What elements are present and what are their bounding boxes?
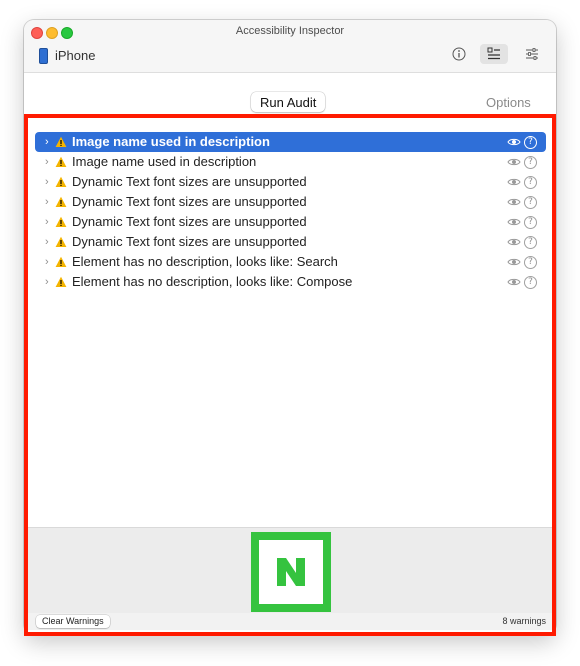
clear-warnings-button[interactable]: Clear Warnings	[36, 615, 110, 628]
warning-row[interactable]: › Image name used in description?	[35, 132, 546, 152]
warning-list: › Image name used in description? › Image n…	[28, 132, 552, 292]
disclosure-chevron-icon[interactable]: ›	[45, 156, 53, 168]
settings-button[interactable]	[518, 44, 546, 64]
warning-row[interactable]: › Element has no description, looks like:…	[35, 252, 546, 272]
inspection-icon	[487, 47, 500, 60]
warning-count: 8 warnings	[502, 616, 546, 626]
help-icon[interactable]: ?	[524, 256, 537, 269]
settings-icon	[526, 48, 538, 60]
help-icon[interactable]: ?	[524, 236, 537, 249]
disclosure-chevron-icon[interactable]: ›	[45, 256, 53, 268]
warning-row[interactable]: › Element has no description, looks like:…	[35, 272, 546, 292]
eye-icon[interactable]	[507, 217, 521, 227]
options-button[interactable]: Options	[486, 95, 531, 110]
help-icon[interactable]: ?	[524, 176, 537, 189]
warning-icon	[55, 136, 67, 147]
warning-label: Dynamic Text font sizes are unsupported	[72, 214, 307, 229]
eye-icon[interactable]	[507, 197, 521, 207]
help-icon[interactable]: ?	[524, 156, 537, 169]
warning-icon	[55, 236, 67, 247]
window-title: Accessibility Inspector	[235, 25, 345, 37]
warning-icon	[55, 176, 67, 187]
help-icon[interactable]: ?	[524, 196, 537, 209]
warning-icon	[55, 196, 67, 207]
warning-icon	[55, 276, 67, 287]
eye-icon[interactable]	[507, 177, 521, 187]
help-icon[interactable]: ?	[524, 276, 537, 289]
warning-icon	[55, 216, 67, 227]
app-thumbnail	[251, 532, 331, 612]
help-icon[interactable]: ?	[524, 136, 537, 149]
warning-label: Element has no description, looks like: …	[72, 274, 353, 289]
warning-label: Image name used in description	[72, 154, 257, 169]
iphone-icon	[39, 48, 48, 64]
warning-row[interactable]: › Dynamic Text font sizes are unsupported…	[35, 172, 546, 192]
page: Accessibility Inspector iPhone Run Audit…	[0, 0, 580, 666]
info-button[interactable]	[445, 44, 473, 64]
info-icon	[452, 47, 466, 61]
disclosure-chevron-icon[interactable]: ›	[45, 216, 53, 228]
audit-inspector-button[interactable]	[480, 44, 508, 64]
warning-row[interactable]: › Image name used in description?	[35, 152, 546, 172]
warning-label: Dynamic Text font sizes are unsupported	[72, 234, 307, 249]
disclosure-chevron-icon[interactable]: ›	[45, 276, 53, 288]
eye-icon[interactable]	[507, 237, 521, 247]
disclosure-chevron-icon[interactable]: ›	[45, 176, 53, 188]
disclosure-chevron-icon[interactable]: ›	[45, 136, 53, 148]
warning-label: Dynamic Text font sizes are unsupported	[72, 174, 307, 189]
warning-row[interactable]: › Dynamic Text font sizes are unsupported…	[35, 232, 546, 252]
app-logo-icon	[273, 554, 309, 590]
run-audit-button[interactable]: Run Audit	[251, 92, 326, 112]
inspector-window: Accessibility Inspector iPhone Run Audit…	[24, 20, 556, 634]
eye-icon[interactable]	[507, 277, 521, 287]
help-icon[interactable]: ?	[524, 216, 537, 229]
device-selector[interactable]: iPhone	[55, 48, 95, 63]
element-preview	[28, 527, 552, 614]
disclosure-chevron-icon[interactable]: ›	[45, 236, 53, 248]
warning-icon	[55, 156, 67, 167]
audit-toolbar: Run Audit Options	[24, 73, 556, 115]
audit-results-panel: › Image name used in description? › Image n…	[28, 119, 552, 630]
eye-icon[interactable]	[507, 257, 521, 267]
warning-label: Image name used in description	[72, 134, 270, 149]
warning-label: Element has no description, looks like: …	[72, 254, 338, 269]
eye-icon[interactable]	[507, 137, 521, 147]
warning-row[interactable]: › Dynamic Text font sizes are unsupported…	[35, 212, 546, 232]
eye-icon[interactable]	[507, 157, 521, 167]
disclosure-chevron-icon[interactable]: ›	[45, 196, 53, 208]
title-bar: Accessibility Inspector iPhone	[24, 20, 556, 73]
warning-row[interactable]: › Dynamic Text font sizes are unsupported…	[35, 192, 546, 212]
status-bar: Clear Warnings 8 warnings	[28, 613, 552, 630]
warning-icon	[55, 256, 67, 267]
warning-label: Dynamic Text font sizes are unsupported	[72, 194, 307, 209]
